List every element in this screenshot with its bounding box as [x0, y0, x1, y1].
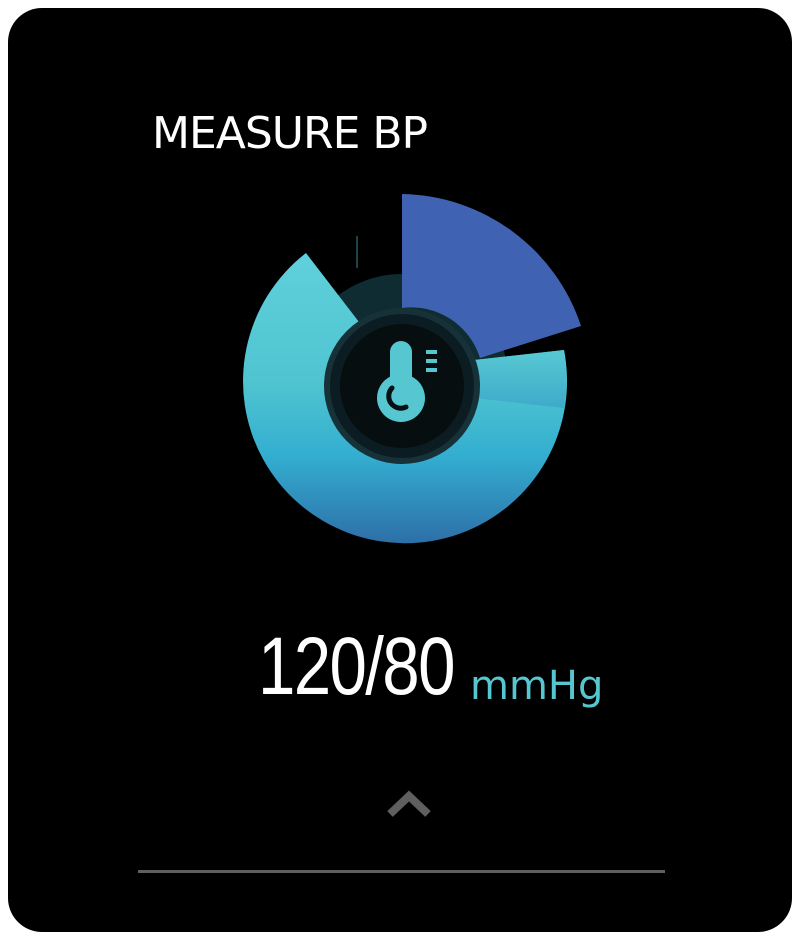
chevron-up-icon[interactable] [386, 788, 432, 818]
bp-value: 120/80 [258, 621, 455, 712]
divider [138, 870, 665, 873]
watch-screen: MEASURE BP 120/80 mmHg [8, 8, 792, 932]
bp-unit: mmHg [470, 663, 604, 709]
bp-reading: 120/80 mmHg [258, 621, 603, 712]
gauge-ring-highlight [474, 350, 567, 408]
